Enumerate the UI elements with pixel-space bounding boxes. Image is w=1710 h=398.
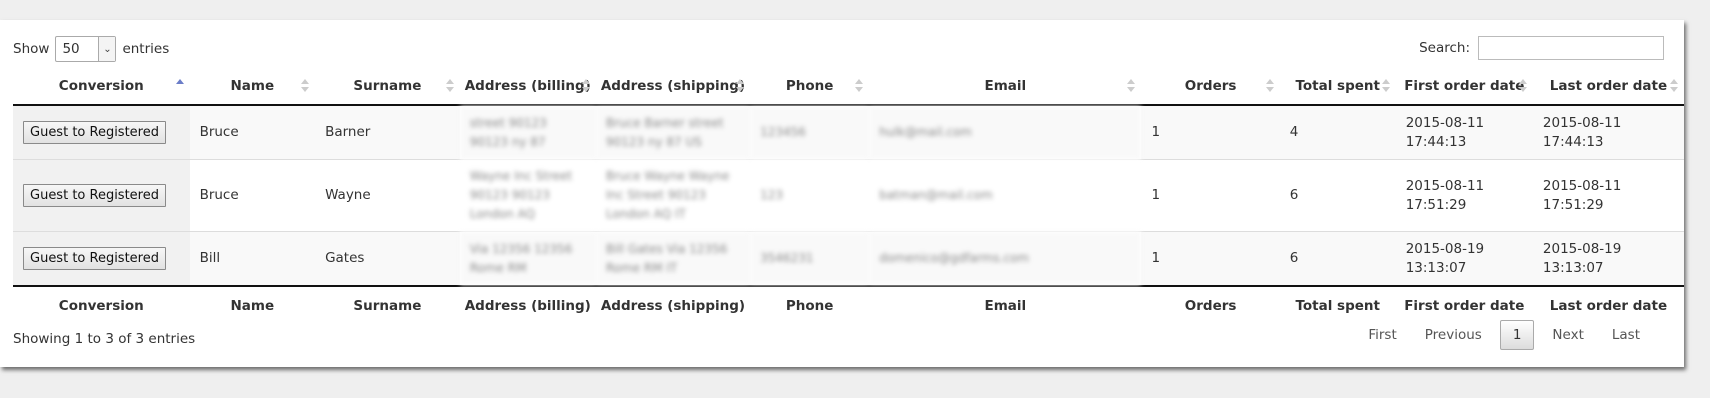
length-suffix-label: entries (122, 41, 170, 57)
name-cell: Bruce (189, 159, 316, 232)
length-prefix-label: Show (13, 41, 50, 57)
footer-surname: Surname (315, 285, 460, 324)
sort-icon (581, 79, 590, 93)
table-info: Showing 1 to 3 of 3 entries (13, 331, 196, 347)
surname-cell: Wayne (315, 159, 460, 232)
guest-to-registered-button[interactable]: Guest to Registered (23, 121, 166, 144)
footer-email: Email (869, 285, 1142, 324)
table-row: Guest to Registered Bruce Barner street … (13, 105, 1684, 160)
pagination: First Previous 1 Next Last (1354, 320, 1654, 350)
orders-cell: 1 (1141, 231, 1280, 286)
guest-to-registered-button[interactable]: Guest to Registered (23, 184, 166, 207)
first-order-date-cell: 2015-08-11 17:51:29 (1395, 159, 1533, 232)
email-cell: domenico@gdfarms.com (869, 231, 1142, 286)
sort-icon (1127, 79, 1136, 93)
footer-address-shipping: Address (shipping) (595, 285, 751, 324)
sort-icon (855, 79, 864, 93)
column-header-email[interactable]: Email (869, 68, 1142, 106)
footer-first-order-date: First order date (1395, 285, 1533, 324)
billing-address-cell: street 90123 90123 ny 87 (459, 105, 596, 160)
chevron-down-icon[interactable]: ⌄ (98, 37, 116, 61)
footer-last-order-date: Last order date (1532, 285, 1684, 324)
footer-conversion: Conversion (13, 285, 190, 324)
total-spent-cell: 6 (1279, 159, 1396, 232)
search-label: Search: (1419, 40, 1470, 56)
sort-icon (1381, 79, 1390, 93)
phone-cell: 123 (750, 159, 870, 232)
entries-length-control: Show 50 ⌄ entries (13, 36, 169, 62)
entries-per-page-select[interactable]: 50 ⌄ (55, 36, 117, 62)
guest-to-registered-button[interactable]: Guest to Registered (23, 247, 166, 270)
sort-icon (301, 79, 310, 93)
first-page-button[interactable]: First (1354, 321, 1410, 349)
column-header-first-order-date[interactable]: First order date (1395, 68, 1533, 106)
table-panel: Show 50 ⌄ entries Search: Conversion Nam… (0, 20, 1684, 367)
last-order-date-cell: 2015-08-11 17:44:13 (1532, 105, 1684, 160)
sort-icon (445, 79, 454, 93)
footer-orders: Orders (1141, 285, 1280, 324)
sort-ascending-icon (175, 79, 184, 93)
phone-cell: 3546231 (750, 231, 870, 286)
name-cell: Bruce (189, 105, 316, 160)
billing-address-cell: Via 12356 12356 Rome RM (459, 231, 596, 286)
conversion-cell: Guest to Registered (13, 159, 190, 232)
sort-icon (1265, 79, 1274, 93)
next-page-button[interactable]: Next (1538, 321, 1597, 349)
shipping-address-cell: Bruce Wayne Wayne Inc Street 90123 Londo… (595, 159, 751, 232)
column-header-surname[interactable]: Surname (315, 68, 460, 106)
orders-cell: 1 (1141, 105, 1280, 160)
sort-icon (736, 79, 745, 93)
total-spent-cell: 6 (1279, 231, 1396, 286)
name-cell: Bill (189, 231, 316, 286)
surname-cell: Barner (315, 105, 460, 160)
footer-total-spent: Total spent (1279, 285, 1396, 324)
shipping-address-cell: Bill Gates Via 12356 Rome RM IT (595, 231, 751, 286)
phone-cell: 123456 (750, 105, 870, 160)
search-control: Search: (1419, 36, 1664, 60)
current-page-button[interactable]: 1 (1499, 320, 1535, 350)
table-row: Guest to Registered Bruce Wayne Wayne In… (13, 159, 1684, 232)
first-order-date-cell: 2015-08-19 13:13:07 (1395, 231, 1533, 286)
column-header-phone[interactable]: Phone (750, 68, 870, 106)
email-cell: hulk@mail.com (869, 105, 1142, 160)
orders-cell: 1 (1141, 159, 1280, 232)
column-header-address-shipping[interactable]: Address (shipping) (595, 68, 751, 106)
conversion-cell: Guest to Registered (13, 105, 190, 160)
sort-icon (1670, 79, 1678, 93)
column-header-address-billing[interactable]: Address (billing) (459, 68, 596, 106)
search-input[interactable] (1478, 36, 1664, 60)
previous-page-button[interactable]: Previous (1411, 321, 1496, 349)
conversion-cell: Guest to Registered (13, 231, 190, 286)
column-header-last-order-date[interactable]: Last order date (1532, 68, 1684, 106)
last-order-date-cell: 2015-08-11 17:51:29 (1532, 159, 1684, 232)
last-order-date-cell: 2015-08-19 13:13:07 (1532, 231, 1684, 286)
last-page-button[interactable]: Last (1598, 321, 1654, 349)
column-header-total-spent[interactable]: Total spent (1279, 68, 1396, 106)
column-header-orders[interactable]: Orders (1141, 68, 1280, 106)
entries-per-page-value: 50 (62, 41, 80, 57)
sort-icon (1518, 79, 1527, 93)
email-cell: batman@mail.com (869, 159, 1142, 232)
total-spent-cell: 4 (1279, 105, 1396, 160)
billing-address-cell: Wayne Inc Street 90123 90123 London AQ (459, 159, 596, 232)
surname-cell: Gates (315, 231, 460, 286)
table-footer-row: Conversion Name Surname Address (billing… (13, 285, 1684, 324)
table-row: Guest to Registered Bill Gates Via 12356… (13, 231, 1684, 286)
column-header-conversion[interactable]: Conversion (13, 68, 190, 106)
shipping-address-cell: Bruce Barner street 90123 ny 87 US (595, 105, 751, 160)
column-header-name[interactable]: Name (189, 68, 316, 106)
footer-name: Name (189, 285, 316, 324)
footer-address-billing: Address (billing) (459, 285, 596, 324)
table-header-row: Conversion Name Surname Address (billing… (13, 68, 1684, 106)
first-order-date-cell: 2015-08-11 17:44:13 (1395, 105, 1533, 160)
footer-phone: Phone (750, 285, 870, 324)
customers-table: Conversion Name Surname Address (billing… (13, 68, 1684, 324)
